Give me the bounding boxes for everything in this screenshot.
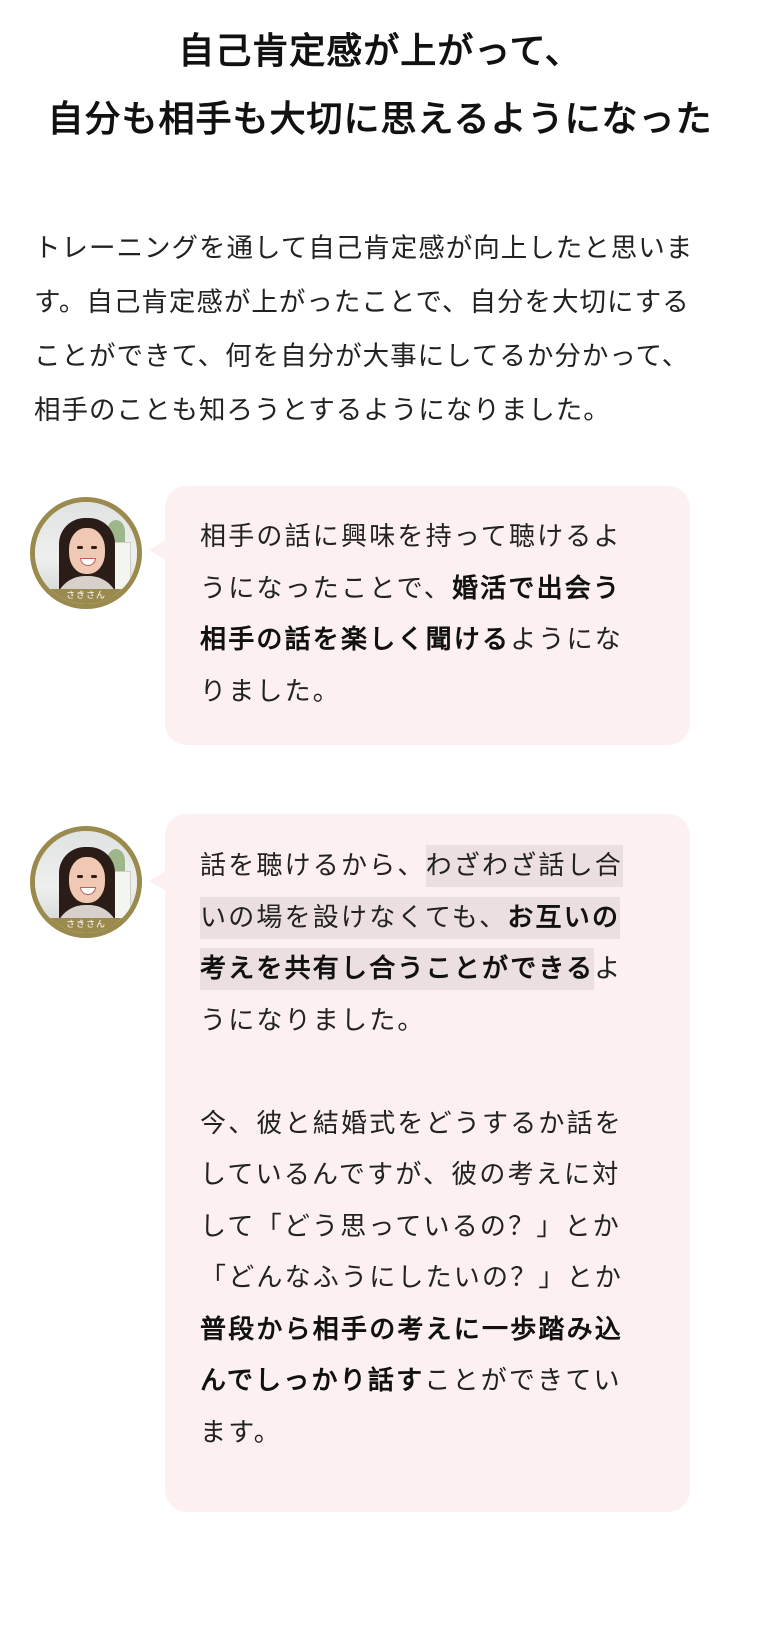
highlighted-text: わざわざ話し合 <box>425 845 624 887</box>
bubble-line: 「どんなふうにしたいの？」とか <box>200 1253 640 1305</box>
text-run: ようにな <box>510 625 624 655</box>
bubble-1-text: 相手の話に興味を持って聴けるよ うになったことで、婚活で出会う 相手の話を楽しく… <box>200 512 640 718</box>
avatar-name-label: さきさん <box>35 918 137 933</box>
highlighted-bold-text: お互いの <box>507 896 621 939</box>
intro-line: ことができて、何を自分が大事にしてるか分かって、 <box>34 341 690 372</box>
text-run: よ <box>594 954 623 984</box>
bubble-line: 今、彼と結婚式をどうするか話を <box>200 1099 640 1151</box>
bubble-line: 話を聴けるから、わざわざ話し合 <box>200 841 640 893</box>
text-run: ことができてい <box>424 1366 622 1396</box>
text-run: うになりました。 <box>200 1005 426 1036</box>
avatar-face <box>69 528 105 574</box>
avatar-face <box>69 857 105 903</box>
text-run: 今、彼と結婚式をどうするか話を <box>200 1108 624 1139</box>
avatar-eye <box>77 875 83 878</box>
highlighted-bold-text: 考えを共有し合うことができる <box>200 948 595 990</box>
bold-text: んでしっかり話す <box>200 1366 425 1396</box>
bubble-line: 普段から相手の考えに一歩踏み込 <box>200 1305 640 1357</box>
bubble-line: 考えを共有し合うことができるよ <box>200 944 640 996</box>
avatar: さきさん <box>30 826 142 938</box>
bubble-line: いの場を設けなくても、お互いの <box>200 893 640 945</box>
bubble-line: しているんですが、彼の考えに対 <box>200 1150 640 1202</box>
intro-paragraph: トレーニングを通して自己肯定感が向上したと思いま す。自己肯定感が上がったことで… <box>34 222 734 438</box>
text-run: しているんですが、彼の考えに対 <box>200 1160 621 1190</box>
section-heading: 自己肯定感が上がって、 自分も相手も大切に思えるようになった <box>0 18 760 154</box>
text-run: ます。 <box>200 1417 283 1448</box>
bubble-line: んでしっかり話すことができてい <box>200 1356 640 1408</box>
avatar-name-label: さきさん <box>35 589 137 604</box>
speech-bubble-2: 話を聴けるから、わざわざ話し合 いの場を設けなくても、お互いの 考えを共有し合う… <box>149 814 690 1512</box>
heading-line-2: 自分も相手も大切に思えるようになった <box>47 99 713 140</box>
bubble-line: りました。 <box>200 667 640 719</box>
bubble-tail <box>149 871 166 891</box>
bubble-line: 相手の話を楽しく聞けるようにな <box>200 615 640 667</box>
intro-line: す。自己肯定感が上がったことで、自分を大切にする <box>34 287 690 318</box>
avatar-eye <box>91 875 97 878</box>
avatar-eye <box>77 546 83 549</box>
speech-bubble-1: 相手の話に興味を持って聴けるよ うになったことで、婚活で出会う 相手の話を楽しく… <box>149 486 690 745</box>
text-run: 話を聴けるから、 <box>200 851 426 881</box>
bubble-line: 相手の話に興味を持って聴けるよ <box>200 512 640 564</box>
bubble-line: うになったことで、婚活で出会う <box>200 564 640 616</box>
text-run: して「どう思っているの？」とか <box>200 1211 621 1242</box>
bold-text: 婚活で出会う <box>451 573 622 604</box>
text-run: 「どんなふうにしたいの？」とか <box>200 1263 624 1293</box>
intro-line: 相手のことも知ろうとするようになりました。 <box>34 395 611 426</box>
text-run: うになったことで、 <box>200 573 452 604</box>
heading-line-1: 自己肯定感が上がって、 <box>178 31 582 72</box>
highlighted-text: いの場を設けなくても、 <box>200 896 508 939</box>
bold-text: 相手の話を楽しく聞ける <box>200 625 511 655</box>
bubble-line: ます。 <box>200 1408 640 1460</box>
avatar-eye <box>91 546 97 549</box>
bubble-line: うになりました。 <box>200 996 640 1048</box>
bold-text: 普段から相手の考えに一歩踏み込 <box>200 1314 624 1345</box>
avatar: さきさん <box>30 497 142 609</box>
text-run: 相手の話に興味を持って聴けるよ <box>200 522 622 552</box>
bubble-tail <box>149 540 166 560</box>
bubble-2-text: 話を聴けるから、わざわざ話し合 いの場を設けなくても、お互いの 考えを共有し合う… <box>200 841 640 1459</box>
bubble-line: して「どう思っているの？」とか <box>200 1202 640 1254</box>
intro-line: トレーニングを通して自己肯定感が向上したと思いま <box>34 233 694 264</box>
text-run: りました。 <box>200 676 342 707</box>
